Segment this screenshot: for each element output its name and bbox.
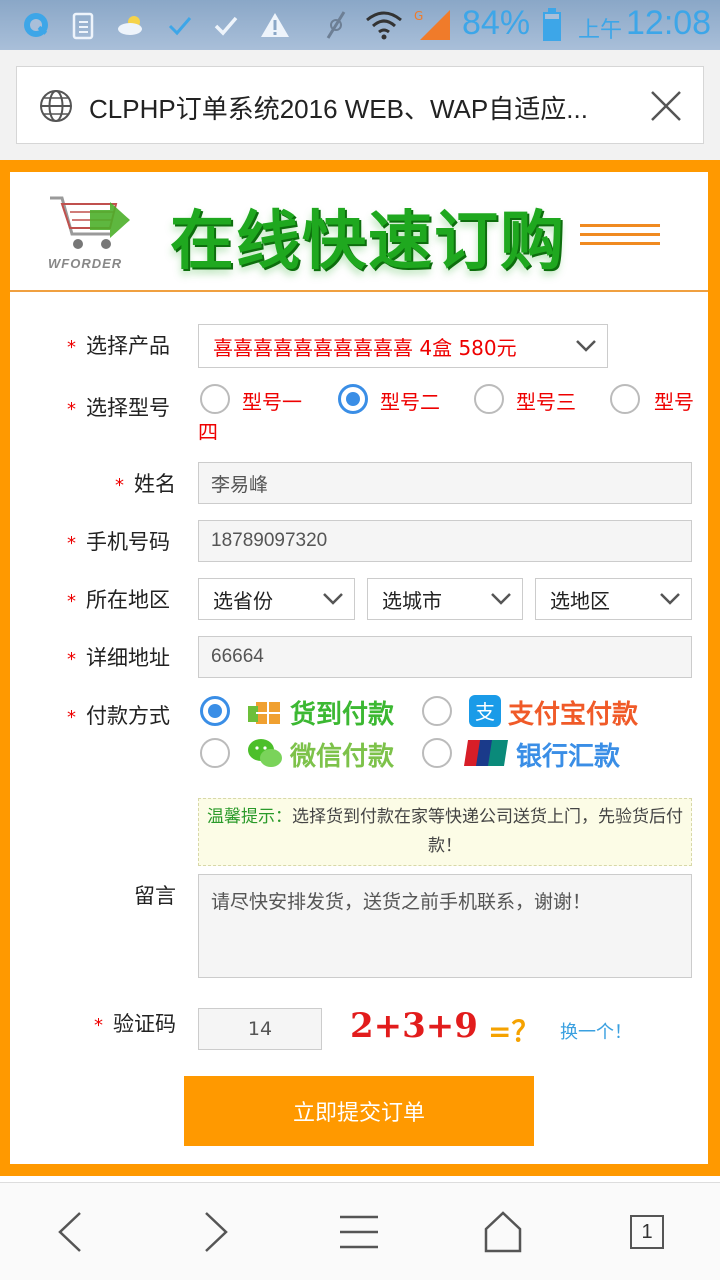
payment-option-alipay: 支付宝付款 — [508, 700, 639, 730]
product-select-value: 喜喜喜喜喜喜喜喜喜喜 4盒 580元 — [213, 335, 517, 360]
chevron-down-icon — [576, 340, 596, 352]
address-field[interactable]: 66664 — [198, 636, 692, 678]
message-textarea[interactable]: 请尽快安排发货，送货之前手机联系，谢谢！ — [198, 874, 692, 978]
captcha-input[interactable]: 14 — [198, 1008, 322, 1050]
model-radio-3[interactable] — [474, 384, 504, 414]
payment-option-cod: 货到付款 — [290, 700, 395, 730]
province-select[interactable]: 选省份 — [198, 578, 355, 620]
svg-text:支: 支 — [475, 700, 495, 724]
order-form-frame: WFORDER 在线快速订购 * 选择产品 喜喜喜喜喜喜喜喜喜喜 4盒 580元 … — [0, 160, 720, 1176]
browser-toolbar: CLPHP订单系统2016 WEB、WAP自适应... — [0, 50, 720, 210]
payment-radio-alipay[interactable] — [422, 696, 452, 726]
captcha-label: * 验证码 — [94, 1012, 176, 1036]
region-label: * 所在地区 — [67, 588, 170, 612]
message-label: 留言 — [134, 884, 176, 908]
wifi-icon — [364, 10, 404, 40]
close-icon[interactable] — [649, 89, 683, 123]
payment-radio-wechat[interactable] — [200, 738, 230, 768]
back-icon[interactable] — [46, 1209, 96, 1255]
name-field[interactable]: 李易峰 — [198, 462, 692, 504]
banner-title: 在线快速订购 — [170, 205, 566, 279]
model-option-4-wrap: 四 — [198, 420, 218, 444]
cod-box-icon — [246, 694, 284, 728]
globe-icon — [39, 89, 73, 123]
weather-icon — [116, 10, 148, 40]
battery-percent: 84% — [462, 4, 531, 42]
q-app-icon — [20, 10, 52, 40]
menu-icon[interactable] — [334, 1209, 384, 1255]
home-icon[interactable] — [478, 1209, 528, 1255]
unionpay-icon — [464, 738, 508, 768]
payment-radio-cod[interactable] — [200, 696, 230, 726]
name-label: * 姓名 — [115, 472, 176, 496]
payment-radio-bank[interactable] — [422, 738, 452, 768]
captcha-equals: =？ — [488, 1015, 540, 1048]
tip-title: 温馨提示： — [207, 807, 292, 827]
province-select-value: 选省份 — [213, 588, 273, 613]
page-title: CLPHP订单系统2016 WEB、WAP自适应... — [89, 94, 588, 124]
clock: 12:08 — [626, 4, 712, 42]
alipay-icon: 支 — [468, 694, 502, 728]
svg-text:G: G — [414, 9, 423, 23]
payment-tip: 温馨提示：选择货到付款在家等快递公司送货上门，先验货后付款！ — [198, 798, 692, 866]
city-select[interactable]: 选城市 — [367, 578, 523, 620]
tip-text: 选择货到付款在家等快递公司送货上门，先验货后付款！ — [292, 807, 683, 856]
banner: WFORDER 在线快速订购 — [10, 172, 708, 292]
district-select[interactable]: 选地区 — [535, 578, 692, 620]
forward-icon[interactable] — [190, 1209, 240, 1255]
product-select[interactable]: 喜喜喜喜喜喜喜喜喜喜 4盒 580元 — [198, 324, 608, 368]
am-pm: 上午 — [578, 18, 623, 43]
model-radio-2[interactable] — [338, 384, 368, 414]
model-option-3: 型号三 — [516, 390, 576, 414]
model-radio-4[interactable] — [610, 384, 640, 414]
captcha-image: 2+3+9 — [350, 1006, 478, 1046]
battery-icon — [540, 8, 564, 41]
city-select-value: 选城市 — [382, 588, 442, 613]
chevron-down-icon — [323, 593, 343, 605]
product-label: * 选择产品 — [67, 334, 170, 358]
logo-text: WFORDER — [48, 256, 123, 271]
clipboard-icon — [70, 10, 98, 40]
wechat-icon — [246, 736, 284, 770]
captcha-refresh-link[interactable]: 换一个！ — [560, 1018, 632, 1044]
model-option-2: 型号二 — [380, 390, 440, 414]
payment-option-bank: 银行汇款 — [516, 742, 621, 772]
chevron-down-icon — [491, 593, 511, 605]
address-label: * 详细地址 — [67, 646, 170, 670]
payment-option-wechat: 微信付款 — [290, 742, 395, 772]
model-label: * 选择型号 — [67, 396, 170, 420]
check-icon — [166, 10, 194, 40]
chevron-down-icon — [660, 593, 680, 605]
status-bar: G 84% 上午 12:08 — [0, 0, 720, 50]
check-icon — [212, 10, 240, 40]
browser-nav-bar: 1 — [0, 1182, 720, 1280]
district-select-value: 选地区 — [550, 588, 610, 613]
address-bar[interactable]: CLPHP订单系统2016 WEB、WAP自适应... — [16, 66, 704, 144]
payment-label: * 付款方式 — [67, 704, 170, 728]
phone-label: * 手机号码 — [67, 530, 170, 554]
model-option-4: 型号 — [654, 390, 694, 414]
tabs-button[interactable]: 1 — [630, 1215, 664, 1249]
phone-field[interactable]: 18789097320 — [198, 520, 692, 562]
decorative-stripes — [580, 224, 660, 252]
submit-order-button[interactable]: 立即提交订单 — [184, 1076, 534, 1146]
order-form: WFORDER 在线快速订购 * 选择产品 喜喜喜喜喜喜喜喜喜喜 4盒 580元 … — [10, 172, 708, 1164]
signal-icon: G — [414, 9, 454, 40]
model-radio-1[interactable] — [200, 384, 230, 414]
mute-icon — [322, 10, 350, 40]
warning-icon — [260, 10, 290, 40]
model-option-1: 型号一 — [242, 390, 302, 414]
